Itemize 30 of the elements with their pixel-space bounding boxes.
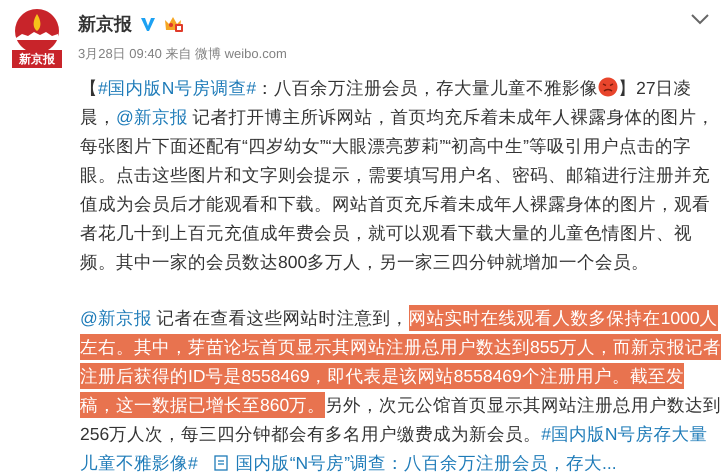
document-icon bbox=[214, 455, 228, 471]
post-text: 眼。点击这些图片和文字则会提示，需要填写用户名、密码、邮箱进行注册并充 bbox=[80, 165, 710, 185]
post-time: 3月28日 09:40 来自 微博 weibo.com bbox=[78, 45, 287, 63]
post-text: 记者打开博主所诉网站，首页均充斥着未成年人裸露身体的图片， bbox=[192, 107, 715, 127]
hashtag-link[interactable]: #国内版N号房调查# bbox=[98, 78, 256, 98]
post-text: 晨， bbox=[80, 107, 116, 127]
post-text: 】27日凌 bbox=[618, 78, 692, 98]
post-text: 另外，次元公馆首页显示其网站注册总用户数达到 bbox=[325, 395, 721, 415]
mention-link[interactable]: @新京报 bbox=[116, 107, 188, 127]
hashtag-link[interactable]: 儿童不雅影像# bbox=[80, 453, 198, 472]
crown-icon bbox=[164, 15, 184, 33]
post-text: 者花几十到上百元充值成年费会员，就可以观看下载大量的儿童色情图片、视 bbox=[80, 223, 692, 243]
highlighted-text: 左右。其中，芽苗论坛首页显示其网站注册总用户数达到855万人，而新京报记者 bbox=[80, 334, 721, 360]
post-text: 值成为会员后才能观看和下载。网站首页充斥着未成年人裸露身体的图片，观看 bbox=[80, 194, 710, 214]
highlighted-text: 注册后获得的ID号是8558469，即代表是该网站8558469个注册用户。截至发 bbox=[80, 363, 684, 389]
logo: 新京报 bbox=[12, 8, 62, 70]
hashtag-link[interactable]: #国内版N号房存大量 bbox=[541, 424, 708, 444]
highlighted-text: 网站实时在线观看人数多保持在1000人 bbox=[408, 305, 718, 331]
post-text: 频。其中一家的会员数达800多万人，另一家三四分钟就增加一个会员。 bbox=[80, 252, 650, 272]
author-name[interactable]: 新京报 bbox=[78, 12, 132, 36]
post-text: ：八百余万注册会员，存大量儿童不雅影像 bbox=[256, 78, 598, 98]
chevron-down-icon[interactable] bbox=[691, 14, 709, 25]
mention-link[interactable]: @新京报 bbox=[80, 308, 152, 328]
highlighted-text: 稿，这一数据已增长至860万。 bbox=[80, 392, 326, 418]
article-link[interactable]: 国内版“N号房”调查：八百余万注册会员，存大... bbox=[214, 453, 617, 472]
post-text: 每张图片下面还配有“四岁幼女”“大眼漂亮萝莉”“初高中生”等吸引用户点击的字 bbox=[80, 136, 691, 156]
post-text: 256万人次，每三四分钟都会有多名用户缴费成为新会员。 bbox=[80, 424, 542, 444]
post-text: 【 bbox=[80, 78, 98, 98]
angry-face-icon bbox=[598, 77, 618, 97]
post-text: 记者在查看这些网站时注意到， bbox=[156, 308, 409, 328]
